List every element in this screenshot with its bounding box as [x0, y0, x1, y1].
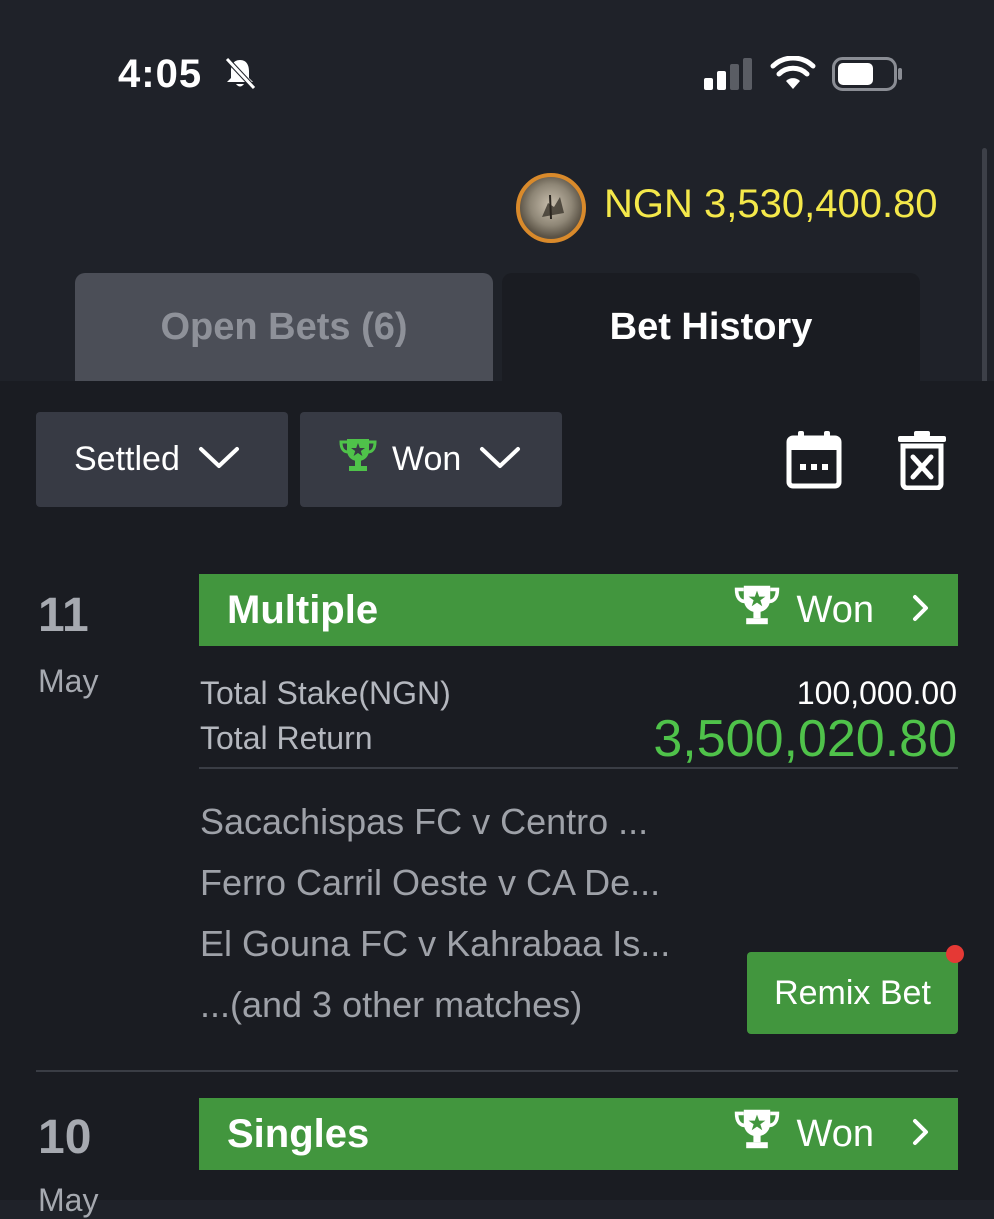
tab-bet-history[interactable]: Bet History: [502, 273, 920, 381]
account-balance: NGN 3,530,400.80: [604, 182, 938, 226]
bet-date-day: 10: [38, 1111, 92, 1164]
bell-off-icon: [222, 55, 258, 96]
wifi-icon: [770, 55, 816, 95]
match-item: El Gouna FC v Kahrabaa Is...: [200, 923, 671, 964]
total-stake-label: Total Stake(NGN): [200, 675, 451, 711]
chevron-right-icon: [912, 589, 930, 632]
bet-header-singles[interactable]: Singles Won: [199, 1098, 958, 1170]
calendar-icon[interactable]: [786, 430, 842, 495]
other-matches-note: ...(and 3 other matches): [200, 984, 583, 1025]
status-time: 4:05: [118, 52, 203, 96]
signal-icon: [704, 58, 756, 95]
trophy-icon: [733, 1107, 781, 1161]
bet-date-month: May: [38, 663, 99, 699]
trophy-icon: [733, 583, 781, 637]
row-divider: [36, 1070, 958, 1072]
bet-type: Singles: [227, 1111, 370, 1156]
notification-dot: [946, 945, 964, 963]
match-item: Ferro Carril Oeste v CA De...: [200, 862, 661, 903]
remix-bet-button[interactable]: Remix Bet: [747, 952, 958, 1034]
result-filter-dropdown[interactable]: Won: [300, 412, 562, 507]
avatar[interactable]: [516, 173, 586, 243]
bet-date-day: 11: [38, 589, 89, 642]
bet-type: Multiple: [227, 587, 379, 632]
divider: [199, 767, 958, 769]
match-item: Sacachispas FC v Centro ...: [200, 801, 649, 842]
clear-icon[interactable]: [896, 430, 948, 495]
tab-open-bets[interactable]: Open Bets (6): [75, 273, 493, 381]
chevron-right-icon: [912, 1113, 930, 1156]
total-return-value: 3,500,020.80: [653, 710, 957, 768]
total-stake-value: 100,000.00: [796, 675, 957, 711]
settled-filter-dropdown[interactable]: Settled: [36, 412, 288, 507]
bet-status-label: Won: [796, 1112, 874, 1155]
battery-icon: [832, 57, 904, 96]
bet-header-multiple[interactable]: Multiple Won: [199, 574, 958, 646]
chevron-down-icon: [479, 440, 521, 479]
bet-status: Won: [733, 583, 930, 637]
bet-status: Won: [733, 1107, 930, 1161]
total-return-label: Total Return: [200, 720, 373, 756]
chevron-down-icon: [198, 440, 240, 479]
bet-date-month: May: [38, 1182, 99, 1218]
result-filter-label: Won: [392, 440, 462, 478]
trophy-icon: [338, 437, 378, 482]
settled-filter-label: Settled: [74, 440, 180, 478]
bet-status-label: Won: [796, 588, 874, 631]
